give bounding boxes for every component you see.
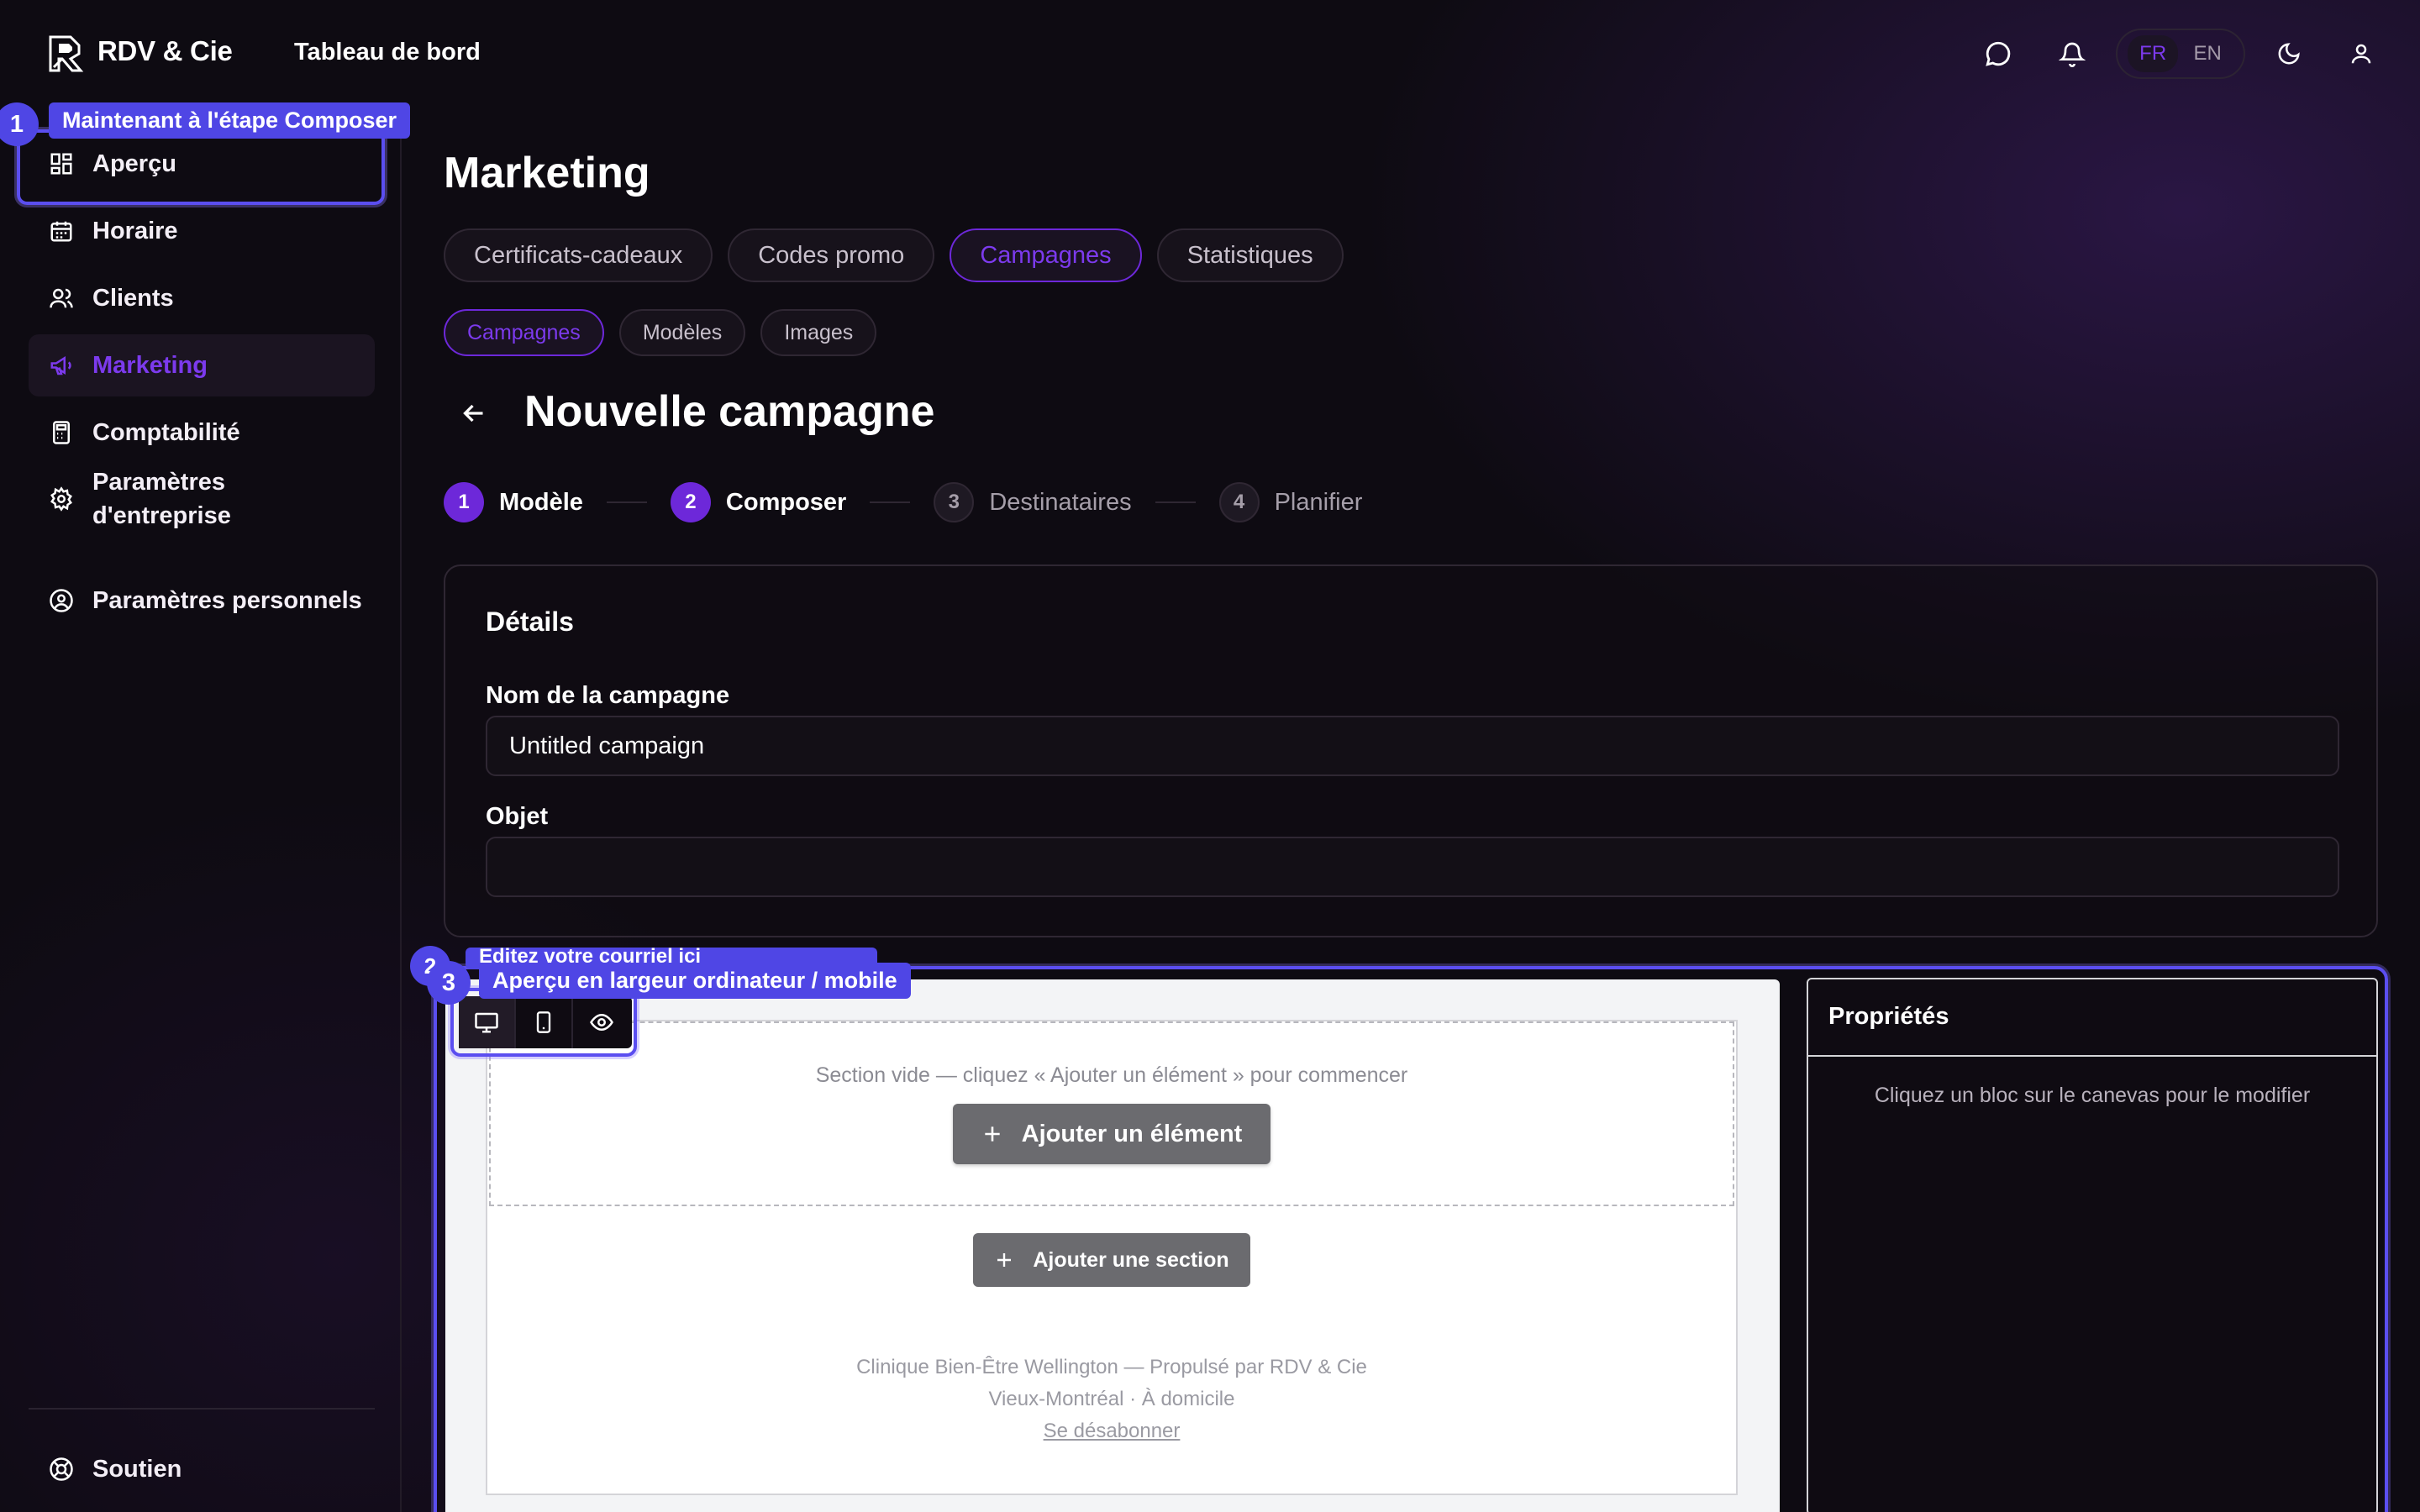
sidebar-item-label: Clients xyxy=(92,284,174,312)
add-element-button[interactable]: Ajouter un élément xyxy=(953,1104,1270,1164)
tab-certificats[interactable]: Certificats-cadeaux xyxy=(444,228,713,282)
lifebuoy-icon xyxy=(47,1455,76,1483)
campaign-title: Nouvelle campagne xyxy=(524,387,935,436)
step-modele[interactable]: 1 Modèle xyxy=(444,482,583,522)
tour-label-step1: Maintenant à l'étape Composer xyxy=(49,102,410,139)
details-card: Détails Nom de la campagne Untitled camp… xyxy=(444,564,2378,937)
tab-codes-promo[interactable]: Codes promo xyxy=(728,228,935,282)
step-number: 3 xyxy=(934,482,975,522)
step-connector xyxy=(606,501,647,503)
users-icon xyxy=(47,284,76,312)
properties-hint: Cliquez un bloc sur le canevas pour le m… xyxy=(1874,1084,2311,1107)
lang-en-option[interactable]: EN xyxy=(2181,35,2233,72)
sidebar-item-marketing[interactable]: Marketing xyxy=(29,334,375,396)
sub-tabs: Campagnes Modèles Images xyxy=(444,309,877,356)
sidebar-item-clients[interactable]: Clients xyxy=(29,267,375,329)
step-connector xyxy=(870,501,911,503)
sidebar-divider xyxy=(29,1408,375,1410)
top-bar: RDV & Cie Tableau de bord FR EN xyxy=(0,0,2420,108)
details-title: Détails xyxy=(486,606,574,637)
step-number: 4 xyxy=(1218,482,1260,522)
back-arrow-icon[interactable] xyxy=(459,398,489,428)
email-footer-line1: Clinique Bien-Être Wellington — Propulsé… xyxy=(856,1356,1367,1378)
empty-section-text: Section vide — cliquez « Ajouter un élém… xyxy=(815,1063,1408,1087)
tab-statistiques[interactable]: Statistiques xyxy=(1156,228,1344,282)
sidebar-item-soutien[interactable]: Soutien xyxy=(29,1438,375,1500)
properties-panel: Propriétés Cliquez un bloc sur le caneva… xyxy=(1807,978,2378,1512)
campaign-name-input[interactable]: Untitled campaign xyxy=(486,716,2339,776)
sidebar-item-comptabilite[interactable]: Comptabilité xyxy=(29,402,375,464)
sidebar-item-label: Marketing xyxy=(92,351,208,379)
unsubscribe-row: Se désabonner xyxy=(489,1420,1734,1443)
sidebar-item-label: Paramètres personnels xyxy=(92,586,362,614)
step-planifier[interactable]: 4 Planifier xyxy=(1218,482,1363,522)
calendar-icon xyxy=(47,217,76,245)
add-section-label: Ajouter une section xyxy=(1033,1247,1229,1272)
label-line-2: d'entreprise xyxy=(92,502,231,529)
subtab-modeles[interactable]: Modèles xyxy=(618,309,746,356)
step-label: Composer xyxy=(725,488,847,516)
wizard-stepper: 1 Modèle 2 Composer 3 Destinataires 4 Pl… xyxy=(444,482,1362,522)
step-connector xyxy=(1155,501,1196,503)
megaphone-icon xyxy=(47,351,76,380)
properties-divider xyxy=(1808,1055,2376,1057)
label-line-1: Paramètres xyxy=(92,469,225,496)
tour-label-step3: Aperçu en largeur ordinateur / mobile xyxy=(479,963,911,999)
step-label: Modèle xyxy=(499,488,583,516)
plus-icon xyxy=(985,1126,1000,1142)
subtab-images[interactable]: Images xyxy=(760,309,877,356)
dashboard-link[interactable]: Tableau de bord xyxy=(294,39,481,66)
desktop-icon[interactable] xyxy=(459,996,516,1048)
gear-icon xyxy=(47,485,76,513)
subject-label: Objet xyxy=(486,803,549,830)
tour-badge-step3: 3 xyxy=(427,961,471,1005)
page-title: Marketing xyxy=(444,149,650,197)
campaign-name-label: Nom de la campagne xyxy=(486,682,730,709)
chat-icon[interactable] xyxy=(1981,37,2015,71)
sidebar-item-label: Soutien xyxy=(92,1455,182,1483)
mobile-icon[interactable] xyxy=(516,996,573,1048)
sidebar-item-parametres-personnels[interactable]: Paramètres personnels xyxy=(29,570,375,632)
sidebar: Aperçu Horaire Clients Marketing Comptab… xyxy=(0,108,402,1512)
moon-icon[interactable] xyxy=(2272,37,2306,71)
unsubscribe-link[interactable]: Se désabonner xyxy=(1044,1420,1181,1442)
sidebar-item-label: Horaire xyxy=(92,217,178,244)
bell-icon[interactable] xyxy=(2055,37,2089,71)
main-tabs: Certificats-cadeaux Codes promo Campagne… xyxy=(444,228,1344,282)
tour-highlight-step1 xyxy=(17,129,385,205)
sidebar-item-label: Comptabilité xyxy=(92,418,240,446)
step-number: 2 xyxy=(670,482,711,522)
step-label: Destinataires xyxy=(989,488,1132,516)
language-toggle[interactable]: FR EN xyxy=(2116,29,2245,79)
user-icon[interactable] xyxy=(2344,37,2378,71)
subtab-campagnes[interactable]: Campagnes xyxy=(444,309,604,356)
subject-input[interactable] xyxy=(486,837,2339,897)
view-mode-toolbar xyxy=(459,996,632,1048)
properties-title: Propriétés xyxy=(1828,1003,1949,1030)
email-footer-line2: Vieux-Montréal · À domicile xyxy=(988,1388,1235,1410)
sidebar-item-horaire[interactable]: Horaire xyxy=(29,200,375,262)
plus-icon xyxy=(997,1253,1012,1267)
sidebar-item-parametres-entreprise[interactable]: Paramètres d'entreprise xyxy=(29,459,375,539)
step-composer[interactable]: 2 Composer xyxy=(670,482,847,522)
eye-icon[interactable] xyxy=(573,996,630,1048)
brand-name[interactable]: RDV & Cie xyxy=(97,35,233,67)
logo-icon xyxy=(49,35,84,72)
step-label: Planifier xyxy=(1274,488,1363,516)
tab-campagnes[interactable]: Campagnes xyxy=(950,228,1142,282)
user-circle-icon xyxy=(47,586,76,615)
calculator-icon xyxy=(47,418,76,447)
sidebar-item-label: Paramètres d'entreprise xyxy=(92,465,231,533)
add-element-label: Ajouter un élément xyxy=(1021,1120,1243,1147)
add-section-button[interactable]: Ajouter une section xyxy=(973,1233,1250,1287)
step-destinataires[interactable]: 3 Destinataires xyxy=(934,482,1132,522)
lang-fr-option[interactable]: FR xyxy=(2128,35,2179,72)
step-number: 1 xyxy=(444,482,484,522)
